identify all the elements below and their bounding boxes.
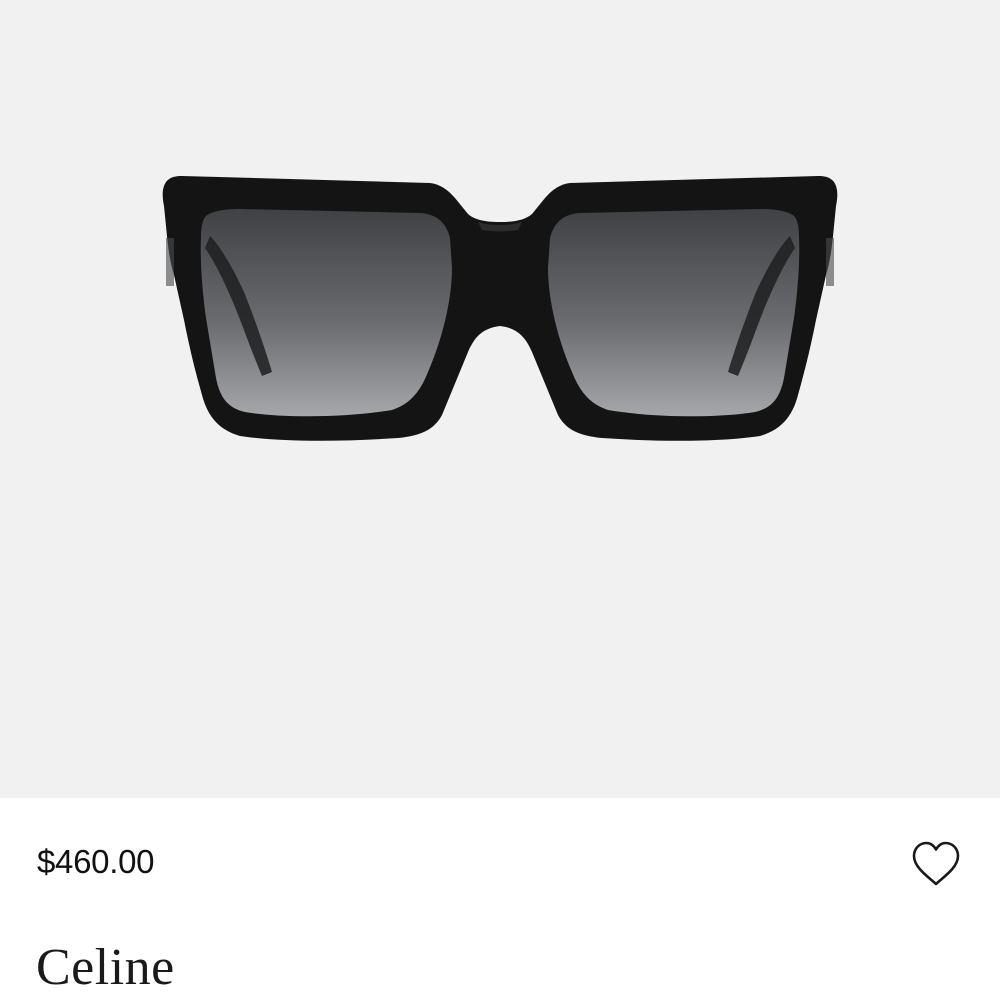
wishlist-button[interactable] — [910, 840, 962, 888]
product-info: $460.00 Celine — [0, 798, 1000, 1000]
product-image[interactable] — [0, 0, 1000, 798]
sunglasses-image — [162, 176, 838, 441]
product-price: $460.00 — [37, 843, 155, 880]
product-brand[interactable]: Celine — [36, 938, 175, 998]
heart-icon[interactable] — [910, 840, 962, 888]
product-card: $460.00 Celine — [0, 0, 1000, 1000]
sunglasses-frame — [162, 176, 838, 441]
